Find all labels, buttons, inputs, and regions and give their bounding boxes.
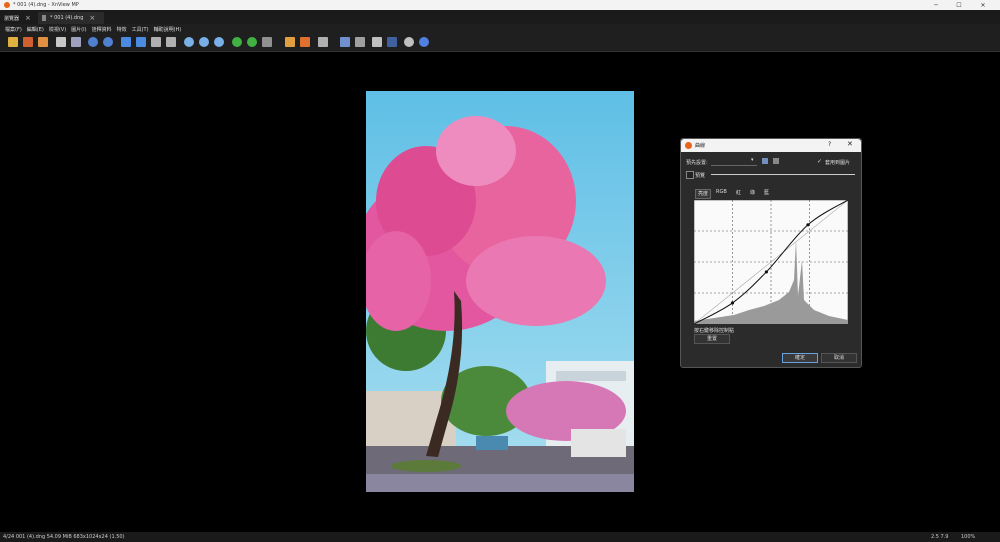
- tab-bar: 瀏覽器 × * 001 (4).dng ×: [0, 10, 1000, 24]
- menu-file[interactable]: 檔案(F): [5, 26, 22, 33]
- close-tab-icon[interactable]: ×: [89, 14, 95, 22]
- toolbar: [0, 34, 1000, 52]
- remove-point-hint: 按右鍵移除控制點: [694, 328, 735, 334]
- maximize-button[interactable]: ☐: [948, 0, 970, 10]
- menu-bar: 檔案(F) 編輯(E) 檢視(V) 圖片(I) 詮釋資料 特效 工具(T) 輔助…: [0, 24, 1000, 34]
- menu-tools[interactable]: 工具(T): [132, 26, 149, 33]
- browse-folder-icon[interactable]: [8, 37, 18, 47]
- window-title: * 001 (4).dng - XnView MP: [13, 2, 79, 8]
- tab-green[interactable]: 綠: [748, 189, 757, 197]
- delete-preset-icon[interactable]: [773, 158, 779, 164]
- adjust-icon[interactable]: [285, 37, 295, 47]
- photo-image: [366, 91, 634, 492]
- save-icon[interactable]: [56, 37, 66, 47]
- tab-image[interactable]: * 001 (4).dng ×: [38, 12, 104, 24]
- printer-icon[interactable]: [372, 37, 382, 47]
- photo-blossom-tree[interactable]: [366, 91, 634, 492]
- preset-select[interactable]: ▾: [711, 157, 757, 166]
- curve-graph: [693, 199, 849, 325]
- save-preset-icon[interactable]: [762, 158, 768, 164]
- status-bar: 4/24 001 (4).dng 54.09 MiB 683x1024x24 (…: [0, 532, 1000, 542]
- xnview-app-icon: [4, 2, 10, 8]
- tab-red[interactable]: 紅: [734, 189, 743, 197]
- preview-divider: [711, 174, 855, 175]
- dialog-title-bar: 曲線 ? ✕: [681, 139, 861, 152]
- first-image-icon[interactable]: [151, 37, 161, 47]
- dialog-title: 曲線: [695, 143, 706, 149]
- curve-editor[interactable]: [693, 199, 849, 325]
- curves-dialog: 曲線 ? ✕ 預先設置: ▾ ✓ 套用到圖片 預覽 亮度 RGB 紅 綠 藍 按…: [680, 138, 862, 368]
- dialog-help-button[interactable]: ?: [828, 141, 831, 148]
- reset-button[interactable]: 重置: [694, 334, 730, 344]
- file-icon: [42, 15, 46, 21]
- apply-to-image-checkbox[interactable]: ✓: [817, 158, 823, 165]
- menu-edit[interactable]: 編輯(E): [27, 26, 44, 33]
- open-image-icon[interactable]: [23, 37, 33, 47]
- help-icon[interactable]: [419, 37, 429, 47]
- tab-browser-label: 瀏覽器: [4, 15, 20, 22]
- slideshow-icon[interactable]: [262, 37, 272, 47]
- zoom-in-icon[interactable]: [184, 37, 194, 47]
- preview-checkbox[interactable]: [686, 171, 694, 179]
- redo-icon[interactable]: [103, 37, 113, 47]
- filter-icon[interactable]: [300, 37, 310, 47]
- tab-luminance[interactable]: 亮度: [695, 189, 712, 199]
- cancel-button[interactable]: 取消: [821, 353, 857, 363]
- tab-browser[interactable]: 瀏覽器 ×: [4, 12, 34, 24]
- next-icon[interactable]: [136, 37, 146, 47]
- curve-control-point[interactable]: [730, 301, 735, 305]
- monitor-icon[interactable]: [387, 37, 397, 47]
- menu-help[interactable]: 輔助說明(H): [154, 26, 182, 33]
- resize-icon[interactable]: [318, 37, 328, 47]
- dialog-app-icon: [685, 142, 692, 149]
- menu-metadata[interactable]: 詮釋資料: [92, 26, 112, 33]
- apply-to-image-label: 套用到圖片: [825, 160, 851, 166]
- tab-image-label: * 001 (4).dng: [50, 15, 84, 21]
- menu-effects[interactable]: 特效: [117, 26, 127, 33]
- undo-icon[interactable]: [88, 37, 98, 47]
- minimize-button[interactable]: ─: [925, 0, 947, 10]
- preset-label: 預先設置:: [686, 160, 708, 166]
- ok-button[interactable]: 確定: [782, 353, 818, 363]
- zoom-out-icon[interactable]: [199, 37, 209, 47]
- fullscreen-icon[interactable]: [38, 37, 48, 47]
- settings-icon[interactable]: [404, 37, 414, 47]
- previous-icon[interactable]: [121, 37, 131, 47]
- close-tab-icon[interactable]: ×: [25, 14, 31, 22]
- window-title-bar: * 001 (4).dng - XnView MP ─ ☐ ✕: [0, 0, 1000, 10]
- menu-image[interactable]: 圖片(I): [71, 26, 86, 33]
- preview-label: 預覽: [695, 173, 706, 179]
- last-image-icon[interactable]: [166, 37, 176, 47]
- status-zoom-level[interactable]: 100%: [961, 534, 975, 540]
- chevron-down-icon: ▾: [751, 157, 754, 163]
- print-icon[interactable]: [340, 37, 350, 47]
- menu-view[interactable]: 檢視(V): [49, 26, 66, 33]
- rotate-left-icon[interactable]: [232, 37, 242, 47]
- dialog-close-button[interactable]: ✕: [847, 140, 853, 148]
- curve-control-point[interactable]: [806, 223, 810, 227]
- curve-control-point[interactable]: [764, 270, 768, 274]
- close-window-button[interactable]: ✕: [972, 0, 994, 10]
- rotate-right-icon[interactable]: [247, 37, 257, 47]
- edit-icon[interactable]: [355, 37, 365, 47]
- save-as-icon[interactable]: [71, 37, 81, 47]
- zoom-fit-icon[interactable]: [214, 37, 224, 47]
- tab-rgb[interactable]: RGB: [714, 189, 729, 197]
- status-file-info: 4/24 001 (4).dng 54.09 MiB 683x1024x24 (…: [3, 534, 125, 540]
- tab-blue[interactable]: 藍: [762, 189, 771, 197]
- status-zoom-info: 2.5 7.9: [931, 534, 949, 540]
